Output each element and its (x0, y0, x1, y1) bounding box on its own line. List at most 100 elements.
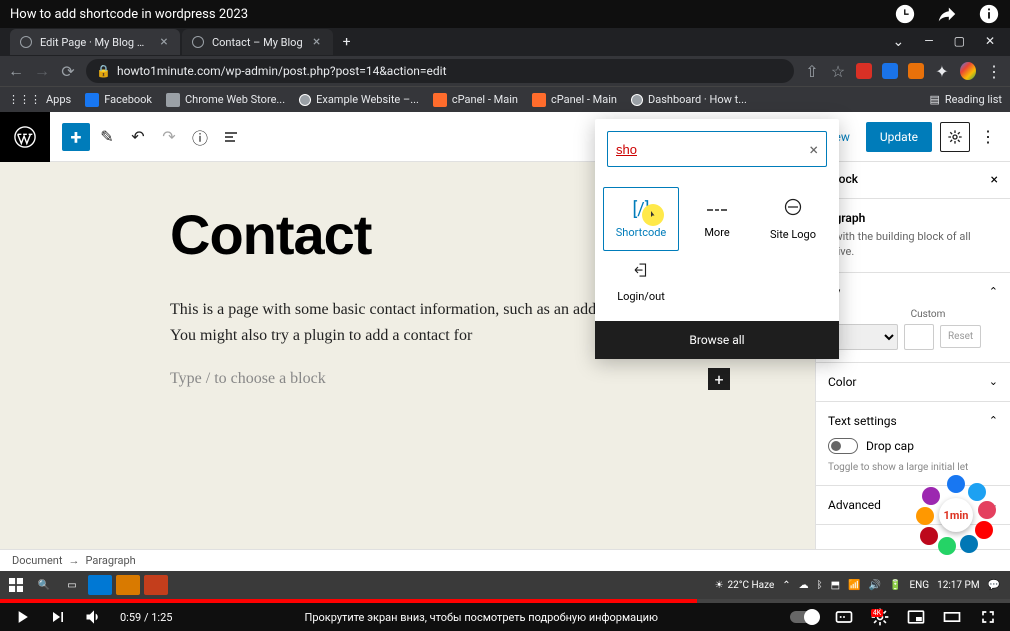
chevron-up-icon[interactable]: ⌃ (989, 285, 998, 298)
inserter-item-shortcode[interactable]: [/] Shortcode (603, 187, 679, 251)
fullscreen-icon[interactable] (978, 607, 998, 627)
inserter-item-sitelogo[interactable]: Site Logo (755, 187, 831, 251)
profile-icon[interactable] (960, 63, 976, 79)
miniplayer-icon[interactable] (906, 607, 926, 627)
bookmark-item[interactable]: cPanel - Main (433, 93, 518, 107)
update-button[interactable]: Update (866, 122, 932, 152)
settings-icon[interactable]: 4K (870, 607, 890, 627)
new-tab-button[interactable]: + (335, 34, 359, 50)
taskbar-app[interactable] (116, 575, 140, 595)
extension-icon[interactable] (908, 63, 924, 79)
browser-tab[interactable]: Contact – My Blog × (182, 29, 333, 55)
clear-search-icon[interactable]: × (809, 140, 818, 159)
inserter-item-loginout[interactable]: Login/out (603, 251, 679, 313)
cursor-highlight (642, 204, 664, 226)
video-time: 0:59 / 1:25 (120, 611, 172, 624)
extension-icon[interactable] (882, 63, 898, 79)
browse-all-button[interactable]: Browse all (595, 321, 839, 359)
extension-icon[interactable] (856, 63, 872, 79)
inserter-search-input[interactable] (616, 142, 809, 157)
details-icon[interactable]: ⓘ (186, 123, 214, 151)
url-field[interactable]: 🔒 howto1minute.com/wp-admin/post.php?pos… (86, 59, 794, 83)
add-block-button[interactable]: + (62, 123, 90, 151)
close-icon[interactable]: × (158, 36, 170, 48)
block-type-label: agraph (828, 211, 998, 225)
next-button[interactable] (48, 607, 68, 627)
notifications-icon[interactable]: 💬 (988, 580, 1000, 591)
promo-overlay[interactable]: 1min (920, 479, 992, 551)
menu-icon[interactable]: ⋮ (986, 63, 1002, 79)
window-maximize-icon[interactable]: ▢ (954, 34, 965, 50)
back-icon[interactable]: ← (8, 63, 24, 79)
bookmark-item[interactable]: Chrome Web Store... (166, 93, 285, 107)
bookmark-label: Example Website –... (316, 93, 419, 106)
clock[interactable]: 12:17 PM (937, 580, 979, 591)
play-button[interactable] (12, 607, 32, 627)
info-icon[interactable] (978, 3, 1000, 25)
inline-add-block-button[interactable]: + (708, 368, 730, 390)
reading-list[interactable]: ▤Reading list (930, 93, 1003, 106)
inserter-item-more[interactable]: More (679, 187, 755, 251)
wordpress-logo[interactable] (0, 112, 50, 162)
bookmark-item[interactable]: Facebook (85, 93, 152, 107)
browser-tab-active[interactable]: Edit Page · My Blog — WordPre × (10, 29, 180, 55)
battery-icon[interactable]: 🔋 (889, 580, 901, 591)
chevron-down-icon[interactable]: ⌄ (989, 375, 998, 388)
window-minimize-icon[interactable]: ⌄ (892, 34, 904, 50)
forward-icon[interactable]: → (34, 63, 50, 79)
social-icon (978, 501, 996, 519)
apps-button[interactable]: ⋮⋮⋮ Apps (8, 93, 71, 106)
close-sidebar-icon[interactable]: × (991, 172, 998, 188)
star-icon[interactable]: ☆ (830, 63, 846, 79)
start-button[interactable] (4, 574, 28, 596)
volume-icon[interactable] (84, 607, 104, 627)
settings-button[interactable] (940, 122, 970, 152)
block-placeholder[interactable]: Type / to choose a block (170, 370, 708, 388)
tray-chevron-icon[interactable]: ⌃ (782, 580, 790, 591)
bluetooth-icon[interactable]: ᛒ (817, 580, 823, 591)
bookmark-item[interactable]: Example Website –... (299, 93, 419, 106)
autoplay-toggle[interactable] (790, 611, 818, 623)
bookmarks-bar: ⋮⋮⋮ Apps Facebook Chrome Web Store... Ex… (0, 86, 1010, 112)
taskbar-app[interactable] (88, 575, 112, 595)
breadcrumb-doc[interactable]: Document (12, 554, 62, 567)
network-icon[interactable]: 📶 (848, 580, 860, 591)
weather-widget[interactable]: ☀ 22°C Haze (715, 580, 775, 591)
bookmark-label: Chrome Web Store... (185, 93, 285, 106)
breadcrumb-block[interactable]: Paragraph (85, 554, 135, 567)
theater-icon[interactable] (942, 607, 962, 627)
extensions-icon[interactable]: ✦ (934, 63, 950, 79)
search-icon[interactable]: 🔍 (32, 574, 56, 596)
share-icon[interactable] (936, 3, 958, 25)
language-indicator[interactable]: ENG (909, 580, 929, 591)
more-options-icon[interactable]: ⋮ (978, 122, 998, 152)
onedrive-icon[interactable]: ☁ (799, 580, 809, 591)
block-type-description: t with the building block of all ative. (828, 229, 998, 260)
video-progress-bar[interactable] (0, 599, 1010, 603)
share-icon[interactable]: ⇧ (804, 63, 820, 79)
youtube-title-bar: How to add shortcode in wordpress 2023 (0, 0, 1010, 28)
chevron-up-icon[interactable]: ⌃ (989, 414, 998, 427)
block-inserter-popup: × [/] Shortcode More Site Logo (595, 119, 839, 359)
bookmark-item[interactable]: cPanel - Main (532, 93, 617, 107)
edit-tool-icon[interactable]: ✎ (93, 123, 121, 151)
redo-icon[interactable]: ↷ (155, 123, 183, 151)
font-size-input[interactable] (904, 324, 934, 350)
undo-icon[interactable]: ↶ (124, 123, 152, 151)
window-close-icon[interactable]: ✕ (985, 34, 995, 50)
bookmark-item[interactable]: Dashboard · How t... (631, 93, 747, 106)
tray-icon[interactable]: ⬒ (831, 580, 840, 591)
inserter-item-label: Login/out (617, 290, 665, 303)
list-view-icon[interactable] (217, 123, 245, 151)
drop-cap-toggle[interactable] (828, 438, 858, 454)
taskview-icon[interactable]: ▭ (60, 574, 84, 596)
window-minimize-icon[interactable]: — (924, 34, 933, 50)
wp-toolbar: + ✎ ↶ ↷ ⓘ ew Update ⋮ (0, 112, 1010, 162)
close-icon[interactable]: × (311, 36, 323, 48)
captions-icon[interactable] (834, 607, 854, 627)
taskbar-app[interactable] (144, 575, 168, 595)
reset-button[interactable]: Reset (940, 325, 981, 348)
watch-later-icon[interactable] (894, 3, 916, 25)
volume-icon[interactable]: 🔊 (869, 580, 881, 591)
reload-icon[interactable]: ⟳ (60, 63, 76, 79)
